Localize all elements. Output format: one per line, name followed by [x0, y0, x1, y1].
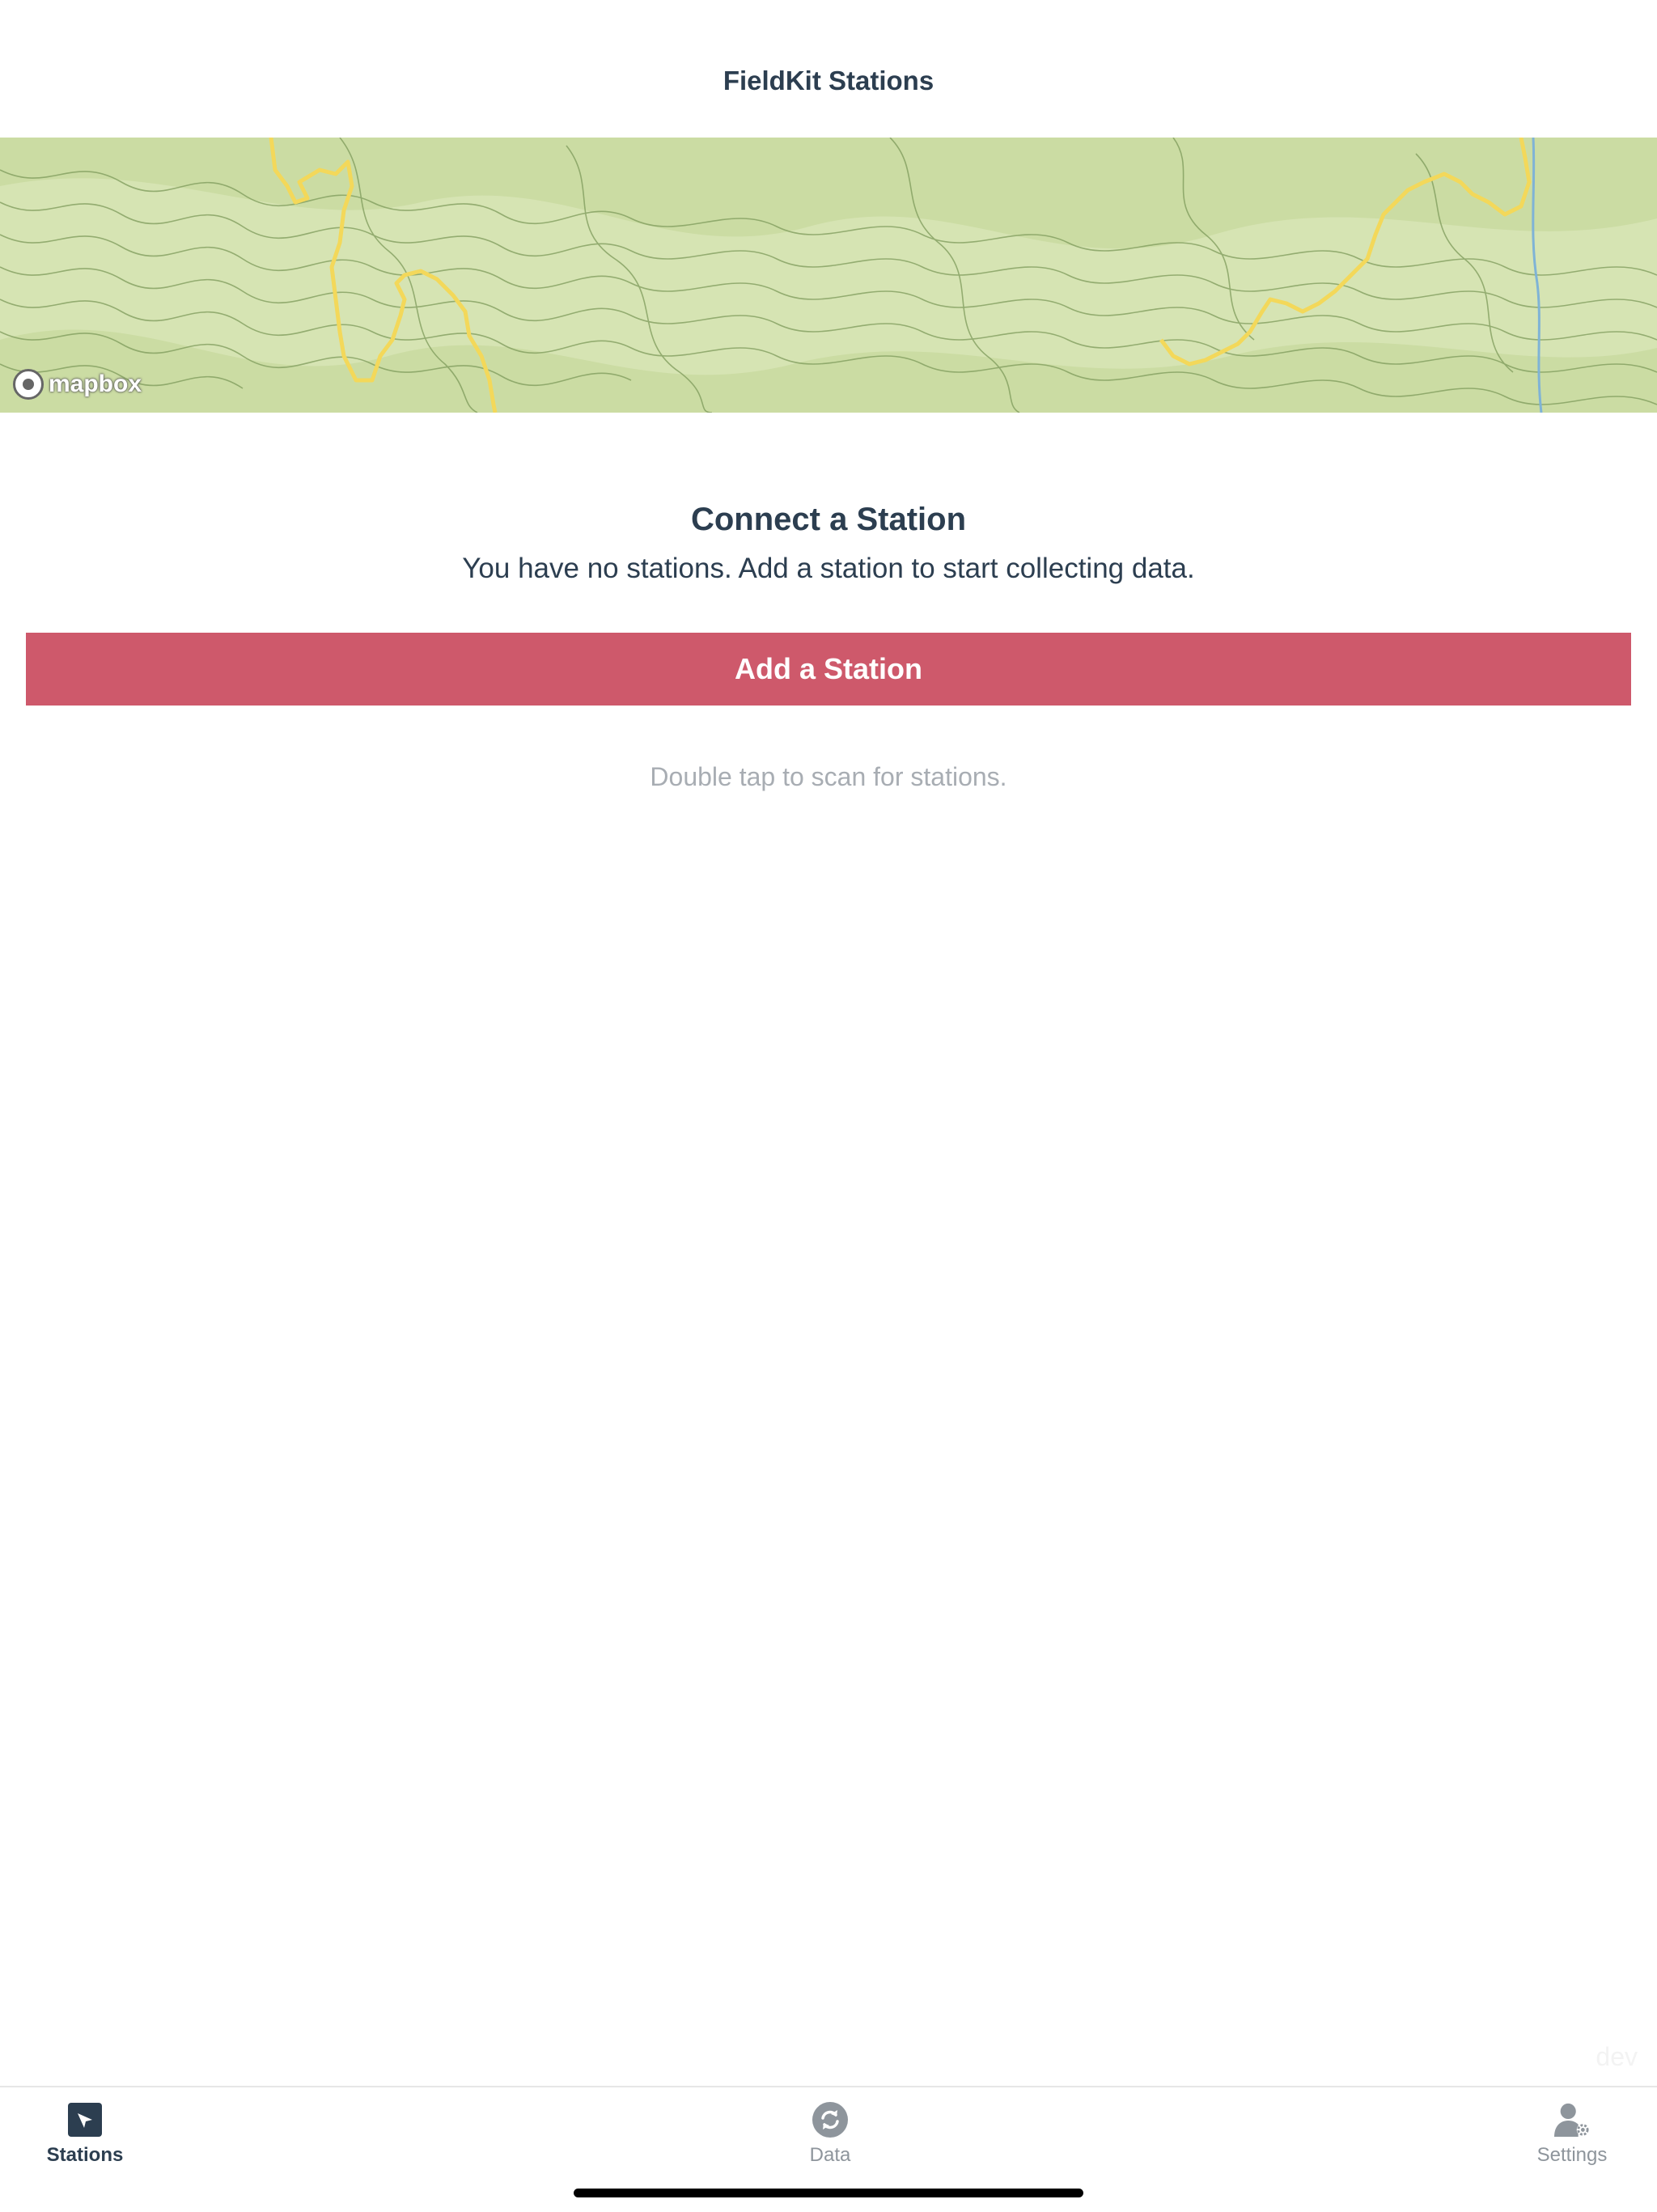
tab-label: Data — [809, 2144, 851, 2166]
sync-icon — [812, 2102, 848, 2138]
nav-header: FieldKit Stations — [0, 0, 1657, 138]
page-title: FieldKit Stations — [723, 66, 934, 95]
dev-badge: dev — [1596, 2042, 1638, 2071]
mapbox-logo: mapbox — [13, 369, 142, 400]
tab-data[interactable]: Data — [745, 2102, 915, 2167]
map-view[interactable]: mapbox — [0, 138, 1657, 413]
tab-label: Settings — [1536, 2144, 1608, 2166]
mapbox-logo-icon — [13, 369, 44, 400]
home-indicator[interactable] — [574, 2189, 1083, 2197]
topo-map — [0, 138, 1657, 413]
tab-stations[interactable]: Stations — [0, 2102, 170, 2167]
user-gear-icon — [1554, 2102, 1590, 2138]
tab-settings[interactable]: Settings — [1487, 2102, 1657, 2167]
tab-label: Stations — [46, 2144, 124, 2166]
empty-state-title: Connect a Station — [690, 502, 967, 537]
add-station-button[interactable]: Add a Station — [26, 633, 1631, 706]
empty-state-subtitle: You have no stations. Add a station to s… — [462, 553, 1195, 584]
compass-icon — [67, 2102, 103, 2138]
mapbox-attribution: mapbox — [49, 371, 142, 397]
scan-hint: Double tap to scan for stations. — [650, 762, 1007, 791]
